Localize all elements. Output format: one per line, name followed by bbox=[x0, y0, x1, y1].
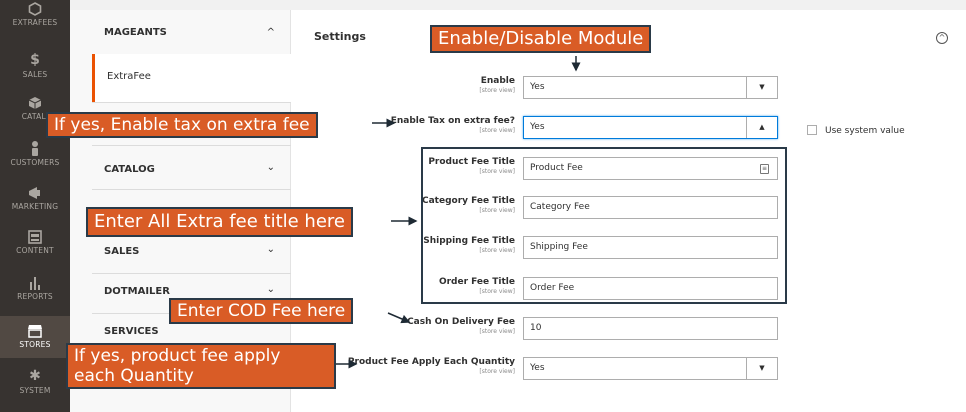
callout-cod-fee: Enter COD Fee here bbox=[169, 298, 354, 324]
callout-enable-module: Enable/Disable Module bbox=[430, 25, 652, 53]
callout-extra-fee-titles: Enter All Extra fee title here bbox=[86, 207, 353, 237]
callout-each-quantity: If yes, product fee apply each Quantity bbox=[66, 343, 336, 389]
callout-enable-tax: If yes, Enable tax on extra fee bbox=[46, 112, 318, 138]
